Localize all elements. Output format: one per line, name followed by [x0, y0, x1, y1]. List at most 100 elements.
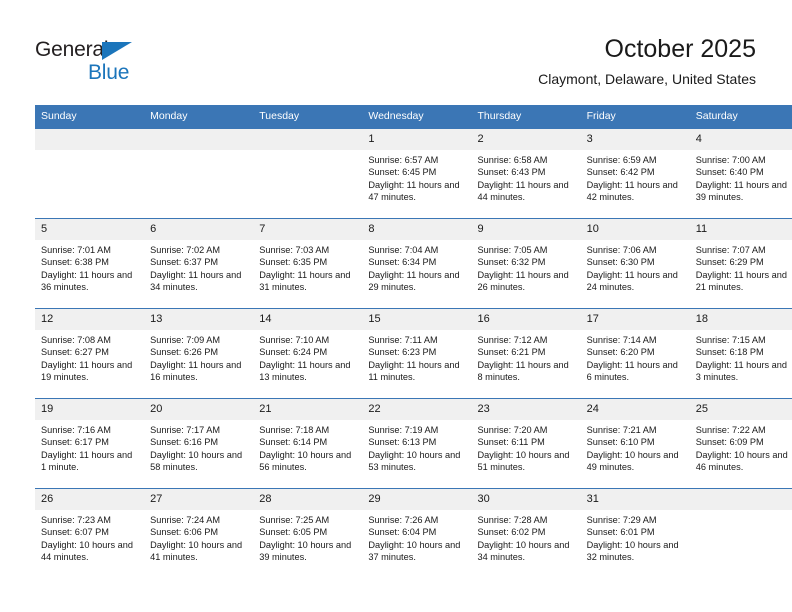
- day-number: [253, 129, 363, 150]
- daylight-text: Daylight: 11 hours and 31 minutes.: [259, 269, 351, 293]
- day-number: 11: [689, 219, 792, 240]
- daylight-text: Daylight: 11 hours and 42 minutes.: [586, 179, 678, 203]
- calendar-day-cell[interactable]: 13 Sunrise: 7:09 AM Sunset: 6:26 PM Dayligh…: [144, 308, 254, 399]
- day-details: Sunrise: 7:18 AM Sunset: 6:14 PM Daylight:…: [253, 420, 362, 474]
- sunset-text: Sunset: 6:34 PM: [368, 257, 437, 268]
- day-number: [144, 129, 254, 150]
- calendar-day-cell[interactable]: 17 Sunrise: 7:14 AM Sunset: 6:20 PM Dayligh…: [580, 308, 690, 399]
- calendar-table: Sunday Monday Tuesday Wednesday Thursday…: [35, 105, 792, 578]
- sunrise-text: Sunrise: 7:21 AM: [586, 425, 657, 435]
- calendar-day-cell[interactable]: 23 Sunrise: 7:20 AM Sunset: 6:11 PM Dayligh…: [471, 398, 581, 489]
- day-details: Sunrise: 7:24 AM Sunset: 6:06 PM Daylight:…: [144, 510, 253, 564]
- calendar-day-cell[interactable]: 28 Sunrise: 7:25 AM Sunset: 6:05 PM Dayligh…: [253, 488, 363, 578]
- calendar-day-cell[interactable]: 10 Sunrise: 7:06 AM Sunset: 6:30 PM Dayligh…: [580, 218, 690, 309]
- calendar-body: 1 Sunrise: 6:57 AM Sunset: 6:45 PM Daylight…: [35, 128, 792, 578]
- calendar-day-cell[interactable]: 16 Sunrise: 7:12 AM Sunset: 6:21 PM Dayligh…: [471, 308, 581, 399]
- day-details: Sunrise: 7:25 AM Sunset: 6:05 PM Daylight:…: [253, 510, 362, 564]
- calendar-day-cell[interactable]: 11 Sunrise: 7:07 AM Sunset: 6:29 PM Dayligh…: [689, 218, 792, 309]
- calendar-day-cell[interactable]: 25 Sunrise: 7:22 AM Sunset: 6:09 PM Dayligh…: [689, 398, 792, 489]
- calendar-day-cell[interactable]: 24 Sunrise: 7:21 AM Sunset: 6:10 PM Dayligh…: [580, 398, 690, 489]
- calendar-day-cell[interactable]: 27 Sunrise: 7:24 AM Sunset: 6:06 PM Dayligh…: [144, 488, 254, 578]
- day-details: [144, 150, 253, 154]
- day-details: Sunrise: 7:17 AM Sunset: 6:16 PM Daylight:…: [144, 420, 253, 474]
- weekday-header-wednesday: Wednesday: [362, 105, 472, 129]
- sunset-text: Sunset: 6:02 PM: [477, 527, 546, 538]
- sunset-text: Sunset: 6:26 PM: [150, 347, 219, 358]
- logo-triangle-icon: [102, 42, 132, 60]
- day-number: 6: [144, 219, 254, 240]
- sunrise-text: Sunrise: 7:18 AM: [259, 425, 330, 435]
- sunset-text: Sunset: 6:18 PM: [695, 347, 764, 358]
- calendar-day-cell[interactable]: 1 Sunrise: 6:57 AM Sunset: 6:45 PM Daylight…: [362, 128, 472, 219]
- sunrise-text: Sunrise: 7:29 AM: [586, 515, 657, 525]
- calendar-day-cell[interactable]: 5 Sunrise: 7:01 AM Sunset: 6:38 PM Daylight…: [35, 218, 145, 309]
- calendar-day-cell-empty: [689, 488, 792, 578]
- calendar-day-cell[interactable]: 6 Sunrise: 7:02 AM Sunset: 6:37 PM Daylight…: [144, 218, 254, 309]
- calendar-day-cell[interactable]: 22 Sunrise: 7:19 AM Sunset: 6:13 PM Dayligh…: [362, 398, 472, 489]
- day-number: 28: [253, 489, 363, 510]
- sunrise-text: Sunrise: 7:28 AM: [477, 515, 548, 525]
- day-details: Sunrise: 7:03 AM Sunset: 6:35 PM Daylight:…: [253, 240, 362, 294]
- day-number: 18: [689, 309, 792, 330]
- calendar-day-cell[interactable]: 20 Sunrise: 7:17 AM Sunset: 6:16 PM Dayligh…: [144, 398, 254, 489]
- sunrise-text: Sunrise: 7:22 AM: [695, 425, 766, 435]
- daylight-text: Daylight: 11 hours and 29 minutes.: [368, 269, 460, 293]
- daylight-text: Daylight: 11 hours and 21 minutes.: [695, 269, 788, 293]
- weekday-header-saturday: Saturday: [689, 105, 792, 129]
- calendar-day-cell[interactable]: 14 Sunrise: 7:10 AM Sunset: 6:24 PM Dayligh…: [253, 308, 363, 399]
- sunrise-text: Sunrise: 7:00 AM: [695, 155, 766, 165]
- daylight-text: Daylight: 10 hours and 51 minutes.: [477, 449, 570, 473]
- day-number: [689, 489, 792, 510]
- calendar-week-row: 5 Sunrise: 7:01 AM Sunset: 6:38 PM Daylight…: [35, 218, 792, 309]
- day-details: Sunrise: 7:09 AM Sunset: 6:26 PM Daylight:…: [144, 330, 253, 384]
- calendar-day-cell[interactable]: 8 Sunrise: 7:04 AM Sunset: 6:34 PM Daylight…: [362, 218, 472, 309]
- calendar-day-cell[interactable]: 9 Sunrise: 7:05 AM Sunset: 6:32 PM Daylight…: [471, 218, 581, 309]
- sunrise-text: Sunrise: 7:03 AM: [259, 245, 330, 255]
- day-details: Sunrise: 7:28 AM Sunset: 6:02 PM Daylight:…: [472, 510, 581, 564]
- calendar-day-cell[interactable]: 21 Sunrise: 7:18 AM Sunset: 6:14 PM Dayligh…: [253, 398, 363, 489]
- calendar-day-cell[interactable]: 7 Sunrise: 7:03 AM Sunset: 6:35 PM Daylight…: [253, 218, 363, 309]
- day-number: 2: [471, 129, 581, 150]
- calendar-header-row: Sunday Monday Tuesday Wednesday Thursday…: [35, 105, 792, 129]
- calendar-day-cell[interactable]: 30 Sunrise: 7:28 AM Sunset: 6:02 PM Dayligh…: [471, 488, 581, 578]
- daylight-text: Daylight: 10 hours and 32 minutes.: [586, 539, 679, 563]
- day-details: Sunrise: 7:29 AM Sunset: 6:01 PM Daylight:…: [581, 510, 690, 564]
- sunrise-text: Sunrise: 7:17 AM: [150, 425, 221, 435]
- day-number: 1: [362, 129, 472, 150]
- day-number: 9: [471, 219, 581, 240]
- calendar-day-cell[interactable]: 15 Sunrise: 7:11 AM Sunset: 6:23 PM Dayligh…: [362, 308, 472, 399]
- daylight-text: Daylight: 11 hours and 26 minutes.: [477, 269, 569, 293]
- general-blue-logo[interactable]: General Blue: [35, 38, 235, 88]
- calendar-day-cell[interactable]: 2 Sunrise: 6:58 AM Sunset: 6:43 PM Daylight…: [471, 128, 581, 219]
- sunset-text: Sunset: 6:43 PM: [477, 167, 546, 178]
- day-number: 14: [253, 309, 363, 330]
- calendar-day-cell[interactable]: 19 Sunrise: 7:16 AM Sunset: 6:17 PM Dayligh…: [35, 398, 145, 489]
- calendar-day-cell[interactable]: 4 Sunrise: 7:00 AM Sunset: 6:40 PM Daylight…: [689, 128, 792, 219]
- weekday-header-friday: Friday: [580, 105, 690, 129]
- daylight-text: Daylight: 11 hours and 19 minutes.: [41, 359, 133, 383]
- page-header: General Blue October 2025 Claymont, Dela…: [0, 0, 792, 104]
- weekday-header-tuesday: Tuesday: [253, 105, 363, 129]
- sunset-text: Sunset: 6:23 PM: [368, 347, 437, 358]
- day-number: 25: [689, 399, 792, 420]
- calendar-day-cell[interactable]: 31 Sunrise: 7:29 AM Sunset: 6:01 PM Dayligh…: [580, 488, 690, 578]
- calendar-day-cell[interactable]: 26 Sunrise: 7:23 AM Sunset: 6:07 PM Dayligh…: [35, 488, 145, 578]
- sunrise-text: Sunrise: 7:04 AM: [368, 245, 439, 255]
- day-details: Sunrise: 7:02 AM Sunset: 6:37 PM Daylight:…: [144, 240, 253, 294]
- daylight-text: Daylight: 11 hours and 8 minutes.: [477, 359, 569, 383]
- calendar-day-cell[interactable]: 29 Sunrise: 7:26 AM Sunset: 6:04 PM Dayligh…: [362, 488, 472, 578]
- day-details: Sunrise: 7:20 AM Sunset: 6:11 PM Daylight:…: [472, 420, 581, 474]
- day-number: 21: [253, 399, 363, 420]
- calendar-day-cell[interactable]: 18 Sunrise: 7:15 AM Sunset: 6:18 PM Dayligh…: [689, 308, 792, 399]
- sunrise-text: Sunrise: 6:58 AM: [477, 155, 548, 165]
- day-details: Sunrise: 7:14 AM Sunset: 6:20 PM Daylight:…: [581, 330, 690, 384]
- daylight-text: Daylight: 11 hours and 3 minutes.: [695, 359, 788, 383]
- sunrise-text: Sunrise: 7:20 AM: [477, 425, 548, 435]
- sunrise-text: Sunrise: 7:05 AM: [477, 245, 548, 255]
- daylight-text: Daylight: 11 hours and 1 minute.: [41, 449, 133, 473]
- calendar-day-cell[interactable]: 12 Sunrise: 7:08 AM Sunset: 6:27 PM Dayligh…: [35, 308, 145, 399]
- calendar-day-cell[interactable]: 3 Sunrise: 6:59 AM Sunset: 6:42 PM Daylight…: [580, 128, 690, 219]
- sunset-text: Sunset: 6:45 PM: [368, 167, 437, 178]
- sunrise-text: Sunrise: 7:16 AM: [41, 425, 111, 435]
- weekday-header-thursday: Thursday: [471, 105, 581, 129]
